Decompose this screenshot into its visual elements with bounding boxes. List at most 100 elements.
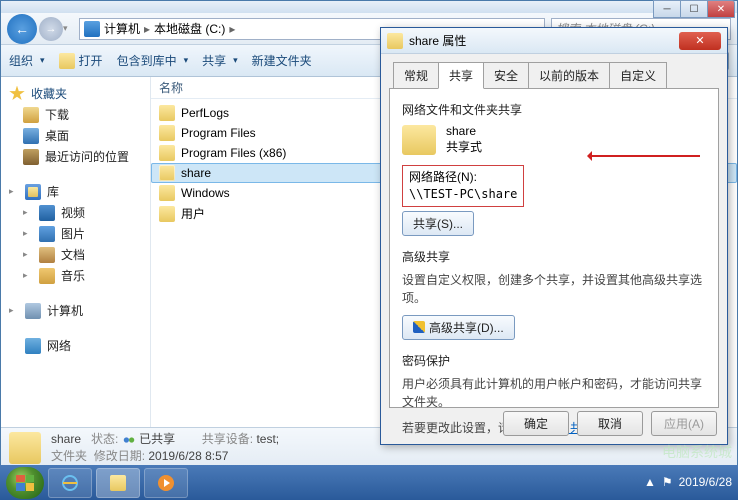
network-path-value: \\TEST-PC\share [409, 186, 517, 203]
folder-icon [159, 206, 175, 222]
library-icon [25, 184, 41, 200]
start-button[interactable] [6, 467, 44, 499]
sidebar-item-pictures[interactable]: ▸图片 [1, 223, 150, 244]
nav-back-button[interactable]: ← [7, 14, 37, 44]
recent-icon [23, 149, 39, 165]
dialog-titlebar: share 属性 ✕ [381, 28, 727, 54]
folder-icon [110, 475, 126, 491]
breadcrumb-seg-drive[interactable]: 本地磁盘 (C:) [154, 20, 225, 37]
nav-forward-button[interactable]: → [39, 17, 63, 41]
folder-icon [159, 165, 175, 181]
share-name: share [446, 124, 482, 138]
drive-icon [84, 21, 100, 37]
share-mode: 共享式 [446, 138, 482, 155]
status-text: share 状态: 已共享 共享设备: test; 文件夹 修改日期: 2019… [51, 431, 279, 465]
tray-overflow[interactable]: ▲ [644, 475, 656, 489]
minimize-button[interactable]: ─ [653, 0, 681, 18]
video-icon [39, 205, 55, 221]
tab-sharing[interactable]: 共享 [438, 62, 484, 89]
tab-previous-versions[interactable]: 以前的版本 [528, 62, 610, 88]
tab-panel: 网络文件和文件夹共享 share 共享式 网络路径(N): \\TEST-PC\… [389, 88, 719, 408]
download-icon [23, 107, 39, 123]
sidebar-item-videos[interactable]: ▸视频 [1, 202, 150, 223]
status-modified-value: 2019/6/28 8:57 [148, 449, 228, 463]
taskbar: ▲ ⚑ 2019/6/28 [0, 465, 738, 500]
dialog-buttons: 确定 取消 应用(A) [503, 411, 717, 436]
folder-icon [159, 105, 175, 121]
properties-dialog: share 属性 ✕ 常规 共享 安全 以前的版本 自定义 网络文件和文件夹共享… [380, 27, 728, 445]
include-library-menu[interactable]: 包含到库中 [117, 52, 189, 69]
shared-icon [122, 433, 136, 447]
sidebar-network[interactable]: 网络 [1, 335, 150, 356]
taskbar-ie[interactable] [48, 468, 92, 498]
network-path-label: 网络路径(N): [409, 169, 517, 186]
folder-icon [159, 185, 175, 201]
ie-icon [61, 474, 79, 492]
status-modified-label: 修改日期: [94, 449, 145, 463]
tab-security[interactable]: 安全 [483, 62, 529, 88]
tab-general[interactable]: 常规 [393, 62, 439, 88]
taskbar-explorer[interactable] [96, 468, 140, 498]
nav-history-dropdown[interactable]: ▾ [63, 23, 73, 34]
sidebar-item-downloads[interactable]: 下载 [1, 104, 150, 125]
cancel-button[interactable]: 取消 [577, 411, 643, 436]
folder-icon [159, 145, 175, 161]
section-advanced-sharing: 高级共享 [402, 248, 706, 265]
status-state-label: 状态: [91, 432, 118, 446]
maximize-button[interactable]: ☐ [680, 0, 708, 18]
sidebar-item-desktop[interactable]: 桌面 [1, 125, 150, 146]
nav-sidebar: 收藏夹 下载 桌面 最近访问的位置 ▸库 ▸视频 ▸图片 ▸文档 ▸音乐 ▸计算… [1, 77, 151, 427]
sidebar-item-music[interactable]: ▸音乐 [1, 265, 150, 286]
open-button[interactable]: 打开 [59, 52, 103, 69]
shield-icon [413, 321, 425, 333]
dialog-close-button[interactable]: ✕ [679, 32, 721, 50]
ok-button[interactable]: 确定 [503, 411, 569, 436]
tray-flag-icon[interactable]: ⚑ [662, 475, 673, 489]
section-network-sharing: 网络文件和文件夹共享 [402, 101, 706, 118]
new-folder-button[interactable]: 新建文件夹 [252, 52, 312, 69]
music-icon [39, 268, 55, 284]
breadcrumb-sep: ▸ [229, 22, 235, 36]
apply-button[interactable]: 应用(A) [651, 411, 717, 436]
network-icon [25, 338, 41, 354]
caret-icon: ▸ [9, 186, 19, 197]
advanced-desc: 设置自定义权限，创建多个共享，并设置其他高级共享选项。 [402, 271, 706, 307]
sidebar-favorites[interactable]: 收藏夹 [1, 83, 150, 104]
picture-icon [39, 226, 55, 242]
annotation-arrow [590, 155, 700, 157]
status-folder-icon [9, 432, 41, 464]
status-type: 文件夹 [51, 449, 87, 463]
sidebar-libraries[interactable]: ▸库 [1, 181, 150, 202]
close-button[interactable]: ✕ [707, 0, 735, 18]
window-controls: ─ ☐ ✕ [654, 0, 735, 18]
tab-custom[interactable]: 自定义 [609, 62, 667, 88]
status-state-value: 已共享 [139, 432, 175, 446]
sidebar-item-documents[interactable]: ▸文档 [1, 244, 150, 265]
star-icon [9, 86, 25, 102]
titlebar: ─ ☐ ✕ [1, 1, 737, 13]
tray-clock[interactable]: 2019/6/28 [679, 475, 732, 489]
share-menu[interactable]: 共享 [202, 52, 238, 69]
status-sharedev-value: test; [256, 432, 279, 446]
dialog-tabs: 常规 共享 安全 以前的版本 自定义 [381, 54, 727, 88]
computer-icon [25, 303, 41, 319]
open-icon [59, 53, 75, 69]
taskbar-mediaplayer[interactable] [144, 468, 188, 498]
windows-icon [16, 475, 34, 491]
breadcrumb-seg-computer[interactable]: 计算机 [104, 20, 140, 37]
sidebar-item-recent[interactable]: 最近访问的位置 [1, 146, 150, 167]
folder-icon [159, 125, 175, 141]
share-button[interactable]: 共享(S)... [402, 211, 474, 236]
breadcrumb-sep: ▸ [144, 22, 150, 36]
system-tray: ▲ ⚑ 2019/6/28 [644, 475, 732, 489]
status-sharedev-label: 共享设备: [202, 432, 253, 446]
advanced-share-button[interactable]: 高级共享(D)... [402, 315, 515, 340]
sidebar-computer[interactable]: ▸计算机 [1, 300, 150, 321]
folder-icon [387, 33, 403, 49]
password-desc-1: 用户必须具有此计算机的用户帐户和密码，才能访问共享文件夹。 [402, 375, 706, 411]
status-name: share [51, 432, 81, 446]
section-password: 密码保护 [402, 352, 706, 369]
desktop-icon [23, 128, 39, 144]
network-path-box: 网络路径(N): \\TEST-PC\share [402, 165, 524, 207]
organize-menu[interactable]: 组织 [9, 52, 45, 69]
